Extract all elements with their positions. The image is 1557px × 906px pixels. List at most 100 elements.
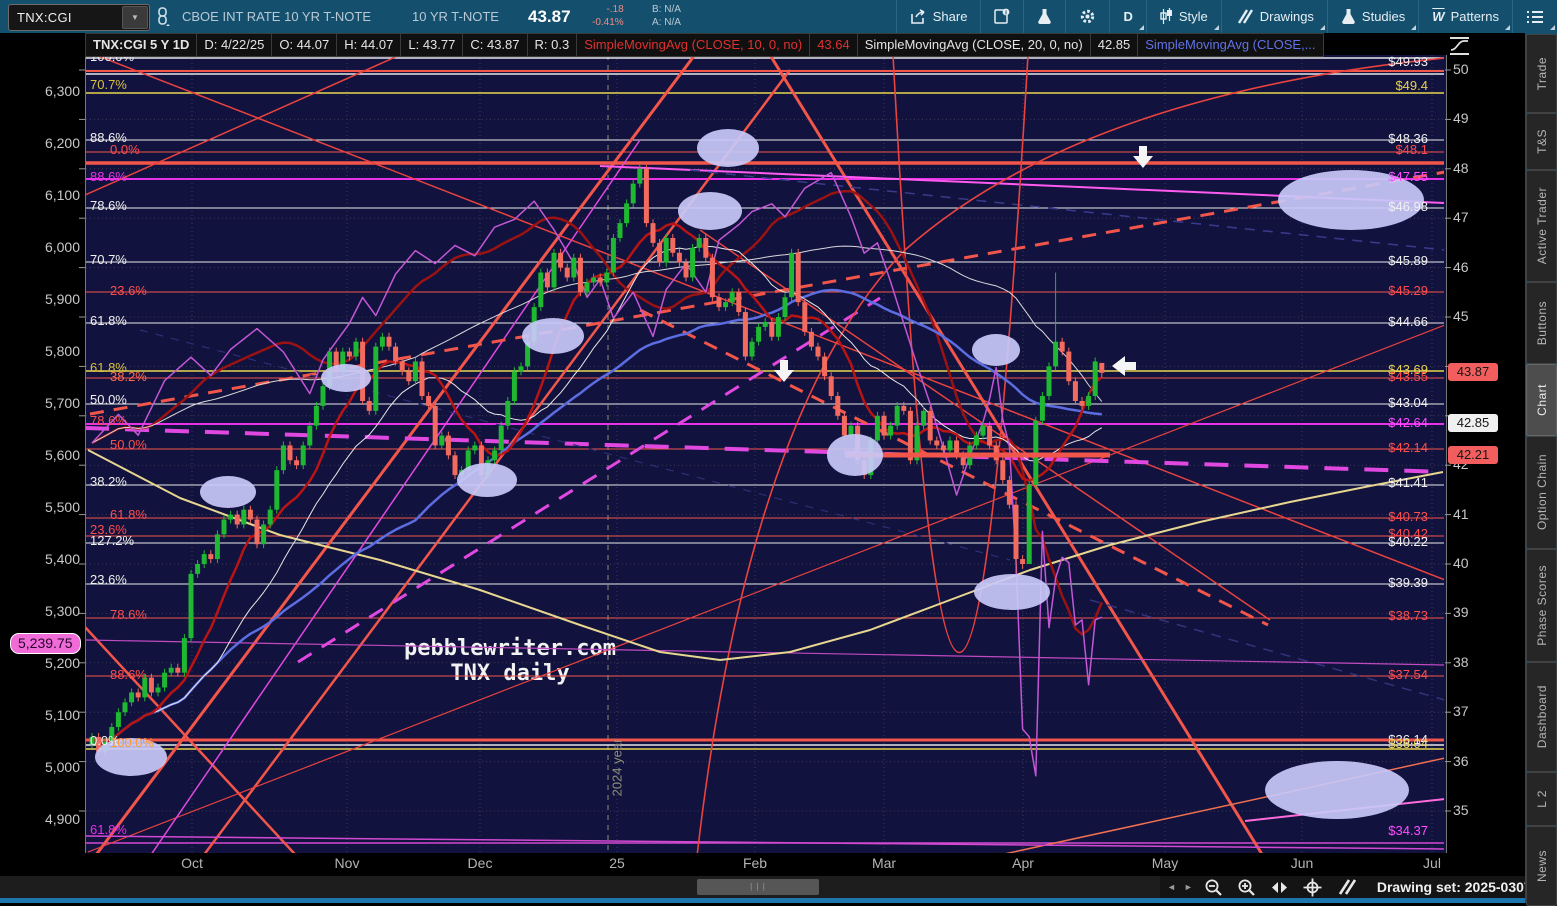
chart-canvas[interactable] [0, 0, 1557, 903]
fit-studies-icon[interactable] [1447, 35, 1472, 57]
left-axis-label: 5,600 [44, 447, 80, 463]
candle-body [445, 435, 451, 456]
symbol-dropdown-icon[interactable]: ▼ [122, 6, 148, 29]
list-menu-icon [1527, 10, 1543, 23]
price-axis-badge: 42.21 [1448, 446, 1498, 464]
candle-body [379, 336, 385, 347]
candle-body [195, 564, 201, 574]
zoom-in-button[interactable] [1237, 878, 1256, 897]
right-axis-label: 40 [1453, 555, 1469, 571]
sidebar-tab-label: Active Trader [1534, 187, 1549, 265]
legend-sma20-label[interactable]: SimpleMovingAvg (CLOSE, 20, 0, no) [857, 33, 1091, 57]
candle-body [617, 223, 623, 238]
dashed-trend-line [639, 308, 1269, 627]
zoom-out-button[interactable] [1204, 878, 1223, 897]
legend-symbol[interactable]: TNX:CGI 5 Y 1D [85, 33, 198, 57]
sidebar-tab-phase-scores[interactable]: Phase Scores [1526, 549, 1557, 662]
sidebar-tab-buttons[interactable]: Buttons [1526, 282, 1557, 364]
candle-body [234, 514, 240, 525]
sidebar-tab-label: Trade [1534, 56, 1549, 91]
crosshair-button[interactable] [1303, 878, 1322, 897]
right-axis-label: 36 [1453, 752, 1469, 769]
candle-body [320, 386, 326, 406]
menu-button[interactable] [1512, 0, 1557, 33]
drawing-tools-button[interactable] [1336, 879, 1356, 895]
candle-body [300, 445, 306, 466]
candle-body [406, 371, 412, 382]
sidebar-tab-t-s[interactable]: T&S [1526, 113, 1557, 170]
style-button[interactable]: Style [1145, 0, 1221, 33]
chart-scrollbar[interactable]: | | | [0, 876, 1160, 898]
symbol-value[interactable]: TNX:CGI [9, 10, 122, 25]
candle-body [782, 297, 788, 317]
symbol-input[interactable]: TNX:CGI ▼ [8, 4, 150, 31]
sidebar-tab-dashboard[interactable]: Dashboard [1526, 662, 1557, 772]
auto-scale-button[interactable] [1270, 881, 1289, 894]
time-axis-label: Nov [334, 855, 360, 871]
drawing-set-label[interactable]: Drawing set: 2025-0307 [1377, 879, 1532, 895]
candle-body [1006, 480, 1012, 505]
legend-high: H: 44.07 [337, 33, 402, 57]
sidebar-tab-trade[interactable]: Trade [1526, 34, 1557, 113]
left-axis-label: 5,400 [44, 551, 80, 567]
candle-body [690, 247, 696, 278]
candle-body [287, 445, 293, 461]
candle-body [723, 302, 729, 308]
price-target-label: $43.04 [1388, 395, 1428, 410]
candle-body [426, 396, 432, 406]
flask-icon [1038, 9, 1052, 25]
left-axis-label: 5,300 [44, 603, 80, 619]
window-bottom-edge [0, 898, 1557, 903]
candle-body [564, 267, 570, 278]
time-axis-label: Jun [1290, 855, 1314, 871]
fib-level-label: 50.0% [90, 392, 127, 407]
candle-body [670, 237, 676, 253]
year-divider-label: 2024 year [609, 738, 625, 797]
drawings-icon [1237, 9, 1253, 24]
fib-level-label: 23.6% [90, 572, 127, 587]
candle-body [604, 272, 610, 283]
candle-body [492, 450, 498, 461]
candle-body [716, 297, 722, 308]
candle-body [307, 425, 313, 446]
price-target-label: $37.54 [1388, 667, 1428, 682]
trend-line [86, 55, 401, 196]
scroll-right-button[interactable]: ► [1184, 882, 1193, 892]
note-icon: i [994, 8, 1010, 24]
time-axis-label: Oct [181, 855, 203, 871]
sidebar-tab-l-2[interactable]: L 2 [1526, 772, 1557, 826]
link-icon[interactable] [155, 7, 171, 26]
settings-button[interactable] [1065, 0, 1109, 33]
candle-body [294, 460, 300, 466]
scrollbar-thumb[interactable]: | | | [697, 879, 819, 895]
share-button[interactable]: Share [895, 0, 981, 33]
drawings-button[interactable]: Drawings [1220, 0, 1327, 33]
legend-date: D: 4/22/25 [197, 33, 273, 57]
sidebar-tab-chart[interactable]: Chart [1526, 364, 1557, 436]
timeframe-button[interactable]: D [1109, 0, 1145, 33]
top-toolbar: TNX:CGI ▼ CBOE INT RATE 10 YR T-NOTE 10 … [0, 0, 1557, 33]
candle-body [261, 524, 267, 545]
candle-body [828, 376, 834, 397]
left-axis-label: 5,200 [44, 655, 80, 671]
candle-body [1079, 400, 1085, 406]
analysis-tools-button[interactable] [1023, 0, 1065, 33]
candlestick-icon [1160, 8, 1172, 24]
sidebar-tab-news[interactable]: News [1526, 826, 1557, 906]
patterns-button[interactable]: W Patterns [1418, 0, 1512, 33]
candle-body [775, 317, 781, 337]
candle-body [412, 361, 418, 382]
candle-body [452, 455, 458, 476]
candle-body [795, 252, 801, 303]
notes-button[interactable]: i [980, 0, 1023, 33]
sidebar-tab-option-chain[interactable]: Option Chain [1526, 436, 1557, 549]
share-icon [910, 8, 925, 24]
candle-body [201, 554, 207, 564]
sidebar-tab-active-trader[interactable]: Active Trader [1526, 170, 1557, 282]
sidebar-tab-label: Dashboard [1534, 685, 1549, 749]
legend-sma10-label[interactable]: SimpleMovingAvg (CLOSE, 10, 0, no) [577, 33, 811, 57]
candle-body [1066, 351, 1072, 382]
legend-sma50-label[interactable]: SimpleMovingAvg (CLOSE,... [1138, 33, 1324, 57]
scroll-left-button[interactable]: ◄ [1167, 882, 1176, 892]
studies-button[interactable]: Studies [1326, 0, 1418, 33]
